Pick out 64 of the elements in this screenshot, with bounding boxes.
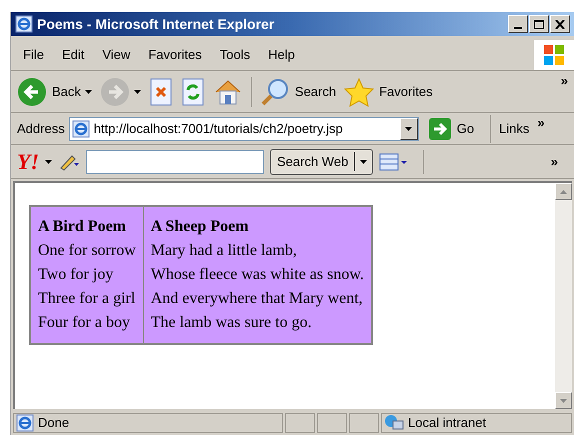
scroll-down-button[interactable] [555, 392, 572, 409]
caret-icon [405, 126, 412, 130]
status-panel [317, 413, 347, 433]
search-field[interactable] [86, 150, 264, 174]
dropdown-caret-icon [45, 160, 52, 164]
poem-heading: A Sheep Poem [150, 217, 250, 237]
network-globe-icon [384, 414, 404, 432]
poem-line: And everywhere that Mary went, [150, 289, 364, 309]
menu-item[interactable]: File [23, 44, 44, 64]
vertical-scrollbar[interactable] [555, 183, 572, 409]
favorites-button[interactable]: Favorites [344, 76, 433, 106]
up-arrow-icon [560, 190, 567, 194]
menu-item[interactable]: View [102, 44, 130, 64]
refresh-button[interactable] [180, 78, 205, 106]
search-icon [260, 76, 290, 106]
windows-logo-icon [543, 44, 565, 66]
browser-icon [15, 15, 33, 33]
menu-item[interactable]: Edit [62, 44, 84, 64]
search-web-button[interactable]: Search Web [270, 148, 374, 174]
close-button[interactable] [550, 15, 570, 33]
stop-icon [148, 78, 173, 106]
more-chevron[interactable]: » [537, 113, 545, 132]
status-panel [285, 413, 315, 433]
poem-line: Mary had a little lamb, [150, 241, 298, 261]
status-text: Done [38, 414, 70, 432]
dropdown-caret-icon [84, 90, 92, 94]
window-layout-icon[interactable] [379, 152, 410, 170]
poem-line: One for sorrow [38, 241, 136, 261]
window-title: Poems - Microsoft Internet Explorer [37, 14, 276, 34]
menu-item[interactable]: Favorites [148, 44, 202, 64]
scroll-up-button[interactable] [555, 183, 572, 200]
go-button[interactable]: Go [428, 118, 474, 140]
more-chevron[interactable]: » [560, 71, 568, 90]
poem-line: Two for joy [38, 265, 114, 285]
search-button[interactable]: Search [260, 76, 336, 106]
page-icon [16, 414, 34, 432]
links-label[interactable]: Links [499, 118, 530, 138]
minimize-button[interactable] [508, 15, 528, 33]
poem-line: Three for a girl [38, 289, 136, 309]
maximize-button[interactable] [529, 15, 549, 33]
stop-button[interactable] [148, 78, 173, 106]
status-panel [349, 413, 379, 433]
address-label: Address [17, 120, 65, 138]
back-button[interactable]: Back [17, 76, 81, 106]
refresh-icon [180, 78, 205, 106]
dropdown-caret-icon [134, 90, 141, 94]
page-icon [72, 120, 90, 138]
search-web-label[interactable]: Search Web [271, 152, 356, 172]
poem-line: Four for a boy [38, 313, 131, 333]
zone-text: Local intranet [408, 414, 486, 432]
poem-line: Whose fleece was white as snow. [150, 265, 364, 285]
address-field[interactable]: http://localhost:7001/tutorials/ch2/poetry.jsp [68, 116, 419, 140]
star-icon [344, 76, 374, 106]
address-text: http://localhost:7001/tutorials/ch2/poetry.jsp [94, 120, 344, 138]
caret-icon [360, 160, 368, 164]
poem-line: The lamb was sure to go. [150, 313, 313, 333]
menu-item[interactable]: Help [268, 44, 295, 64]
menu-item[interactable]: Tools [220, 44, 250, 64]
poem-heading: A Bird Poem [38, 217, 127, 237]
down-arrow-icon [560, 398, 567, 402]
more-chevron[interactable]: » [550, 152, 558, 172]
dropdown-button[interactable] [400, 118, 418, 140]
close-icon [555, 20, 565, 28]
pencil-icon[interactable] [58, 152, 80, 170]
